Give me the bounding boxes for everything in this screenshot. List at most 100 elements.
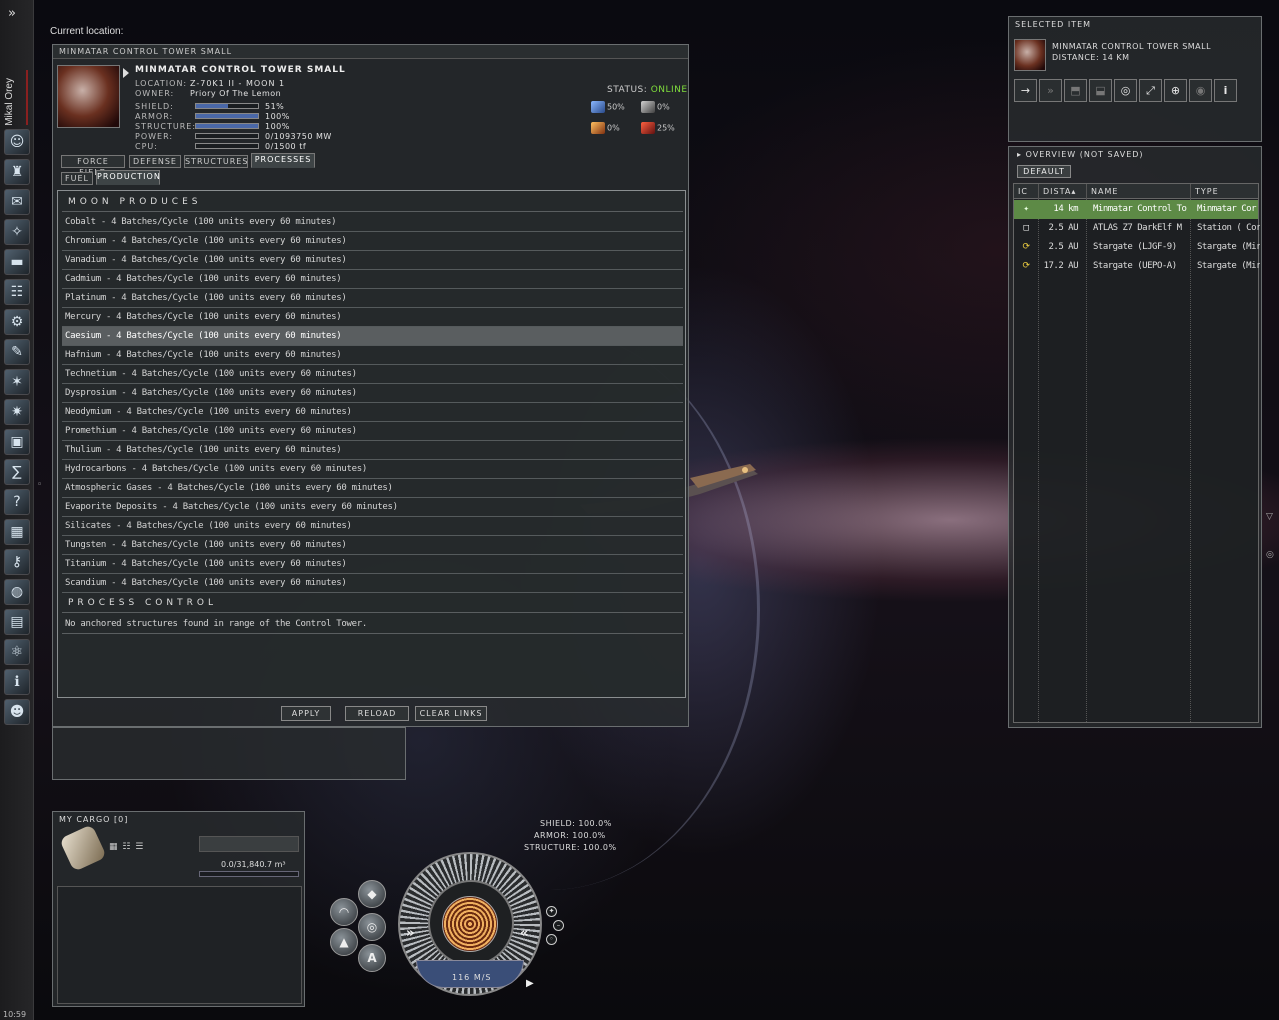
mineral-row[interactable]: Mercury - 4 Batches/Cycle (100 units eve…: [62, 308, 683, 327]
info-icon[interactable]: ℹ: [4, 669, 30, 695]
wallet-icon[interactable]: ▤: [4, 609, 30, 635]
journal-icon[interactable]: ✎: [4, 339, 30, 365]
capacitor-core: [442, 896, 498, 952]
approach-icon[interactable]: →: [1014, 79, 1037, 102]
autopilot-button[interactable]: A: [358, 944, 386, 972]
chat-icon[interactable]: ☻: [4, 699, 30, 725]
assets-icon[interactable]: ✧: [4, 219, 30, 245]
mineral-row[interactable]: Silicates - 4 Batches/Cycle (100 units e…: [62, 517, 683, 536]
tab-production[interactable]: PRODUCTION: [96, 170, 160, 185]
tab-processes[interactable]: PROCESSES: [251, 153, 315, 168]
cargo-filter-field[interactable]: [199, 836, 299, 852]
mineral-row[interactable]: Platinum - 4 Batches/Cycle (100 units ev…: [62, 289, 683, 308]
pilot-name[interactable]: Mikal Orey: [4, 78, 18, 126]
overload-icon[interactable]: ✦: [546, 906, 557, 917]
speed-up-arrow-icon[interactable]: »: [406, 926, 414, 941]
column-divider: [1190, 199, 1191, 722]
mineral-row[interactable]: Cobalt - 4 Batches/Cycle (100 units ever…: [62, 213, 683, 232]
column-type[interactable]: TYPE: [1191, 184, 1260, 199]
market-icon[interactable]: ⚙: [4, 309, 30, 335]
ship-icon[interactable]: ▲: [330, 928, 358, 956]
mineral-row[interactable]: Dysprosium - 4 Batches/Cycle (100 units …: [62, 384, 683, 403]
mail-icon[interactable]: ✉: [4, 189, 30, 215]
cargo-title[interactable]: MY CARGO [0]: [59, 815, 128, 824]
overview-title[interactable]: ▸ OVERVIEW (NOT SAVED): [1017, 150, 1144, 159]
overview-row[interactable]: ⟳ 2.5 AU Stargate (LJGF-9) Stargate (Mir: [1014, 238, 1260, 257]
mineral-row[interactable]: Thulium - 4 Batches/Cycle (100 units eve…: [62, 441, 683, 460]
mineral-row[interactable]: Hydrocarbons - 4 Batches/Cycle (100 unit…: [62, 460, 683, 479]
keep-at-range-icon[interactable]: ⤢: [1139, 79, 1162, 102]
calculator-icon[interactable]: ▦: [4, 519, 30, 545]
edge-camera-icon[interactable]: ◎: [1266, 550, 1274, 560]
play-arrow-icon[interactable]: ▶: [526, 978, 534, 989]
people-places-icon[interactable]: ☷: [4, 279, 30, 305]
mineral-row[interactable]: Cadmium - 4 Batches/Cycle (100 units eve…: [62, 270, 683, 289]
selected-item-title[interactable]: SELECTED ITEM: [1015, 20, 1091, 29]
target-icon[interactable]: ◎: [358, 913, 386, 941]
cargo-view-mode-icons[interactable]: ▦ ☷ ☰: [109, 842, 144, 852]
midslot-icon[interactable]: ◦: [546, 934, 557, 945]
column-distance[interactable]: DISTA▴: [1039, 184, 1087, 199]
map-icon[interactable]: ✶: [4, 369, 30, 395]
speed-down-arrow-icon[interactable]: «: [520, 926, 528, 941]
overview-cell-type: Minmatar Cor: [1197, 204, 1257, 214]
notepad-icon[interactable]: ▬: [4, 249, 30, 275]
corporation-icon[interactable]: ♜: [4, 159, 30, 185]
look-at-icon[interactable]: ◉: [1189, 79, 1212, 102]
warp-to-icon[interactable]: »: [1039, 79, 1062, 102]
mineral-row[interactable]: Atmospheric Gases - 4 Batches/Cycle (100…: [62, 479, 683, 498]
mineral-row[interactable]: Promethium - 4 Batches/Cycle (100 units …: [62, 422, 683, 441]
column-icon[interactable]: IC: [1014, 184, 1039, 199]
overview-row[interactable]: ✦ 14 km Minmatar Control To Minmatar Cor: [1014, 200, 1258, 219]
tab-force-field[interactable]: FORCE FIELD: [61, 155, 125, 177]
browser-icon[interactable]: ◍: [4, 579, 30, 605]
apply-button[interactable]: APPLY: [281, 706, 331, 721]
lowslot-icon[interactable]: –: [553, 920, 564, 931]
overview-row[interactable]: ⟳ 17.2 AU Stargate (UEPO-A) Stargate (Mir: [1014, 257, 1260, 276]
tab-structures[interactable]: STRUCTURES: [184, 155, 248, 168]
mineral-row[interactable]: Technetium - 4 Batches/Cycle (100 units …: [62, 365, 683, 384]
character-sheet-icon[interactable]: ☺: [4, 129, 30, 155]
mineral-row[interactable]: Titanium - 4 Batches/Cycle (100 units ev…: [62, 555, 683, 574]
window-title[interactable]: MINMATAR CONTROL TOWER SMALL: [53, 45, 688, 59]
mineral-row[interactable]: Tungsten - 4 Batches/Cycle (100 units ev…: [62, 536, 683, 555]
starmap-icon[interactable]: ✷: [4, 399, 30, 425]
mineral-row[interactable]: Caesium - 4 Batches/Cycle (100 units eve…: [62, 327, 683, 346]
fitting-icon[interactable]: ⚷: [4, 549, 30, 575]
expand-arrow-icon[interactable]: [123, 68, 129, 78]
column-name[interactable]: NAME: [1087, 184, 1191, 199]
stat-label: ARMOR:: [135, 112, 174, 121]
clear-links-button[interactable]: CLEAR LINKS: [415, 706, 487, 721]
lock-target-icon[interactable]: ⊕: [1164, 79, 1187, 102]
ship-hangar-icon[interactable]: ▣: [4, 429, 30, 455]
orbit-icon[interactable]: ◎: [1114, 79, 1137, 102]
cargo-hold-icon[interactable]: ◆: [358, 880, 386, 908]
show-info-icon[interactable]: i: [1214, 79, 1237, 102]
overview-cell-name: Minmatar Control To: [1093, 204, 1187, 214]
cargo-item-list[interactable]: [57, 886, 302, 1004]
mineral-row[interactable]: Vanadium - 4 Batches/Cycle (100 units ev…: [62, 251, 683, 270]
collapse-handle-icon[interactable]: ◦: [37, 480, 42, 490]
help-icon[interactable]: ?: [4, 489, 30, 515]
overview-tab-default[interactable]: DEFAULT: [1017, 165, 1071, 178]
edge-arrow-icon[interactable]: ▽: [1266, 512, 1273, 522]
mineral-row[interactable]: Scandium - 4 Batches/Cycle (100 units ev…: [62, 574, 683, 593]
expand-icon[interactable]: »: [8, 6, 16, 21]
owner-value[interactable]: Priory Of The Lemon: [190, 89, 281, 98]
dock-icon[interactable]: ⬓: [1089, 79, 1112, 102]
control-tower-icon: ✦: [1023, 204, 1029, 214]
mineral-row[interactable]: Hafnium - 4 Batches/Cycle (100 units eve…: [62, 346, 683, 365]
overview-row[interactable]: □ 2.5 AU ATLAS Z7 DarkElf M Station ( Cor: [1014, 219, 1260, 238]
tab-fuel[interactable]: FUEL: [61, 172, 93, 185]
scanner-icon[interactable]: ◠: [330, 898, 358, 926]
jump-icon[interactable]: ⬒: [1064, 79, 1087, 102]
neocom-sidebar: » Mikal Orey ☺ ♜ ✉ ✧ ▬ ☷ ⚙ ✎ ✶ ✷ ▣ ∑? ▦ ⚷ ◍ ▤ ⚛ ℹ ☻ 10:59: [0, 0, 34, 1020]
mineral-row[interactable]: Chromium - 4 Batches/Cycle (100 units ev…: [62, 232, 683, 251]
science-icon[interactable]: ⚛: [4, 639, 30, 665]
mineral-row[interactable]: Evaporite Deposits - 4 Batches/Cycle (10…: [62, 498, 683, 517]
reload-button[interactable]: RELOAD: [345, 706, 409, 721]
tab-defense[interactable]: DEFENSE: [129, 155, 181, 168]
mineral-row[interactable]: Neodymium - 4 Batches/Cycle (100 units e…: [62, 403, 683, 422]
status-label: STATUS:: [607, 85, 648, 95]
skills-icon[interactable]: ∑: [4, 459, 30, 485]
